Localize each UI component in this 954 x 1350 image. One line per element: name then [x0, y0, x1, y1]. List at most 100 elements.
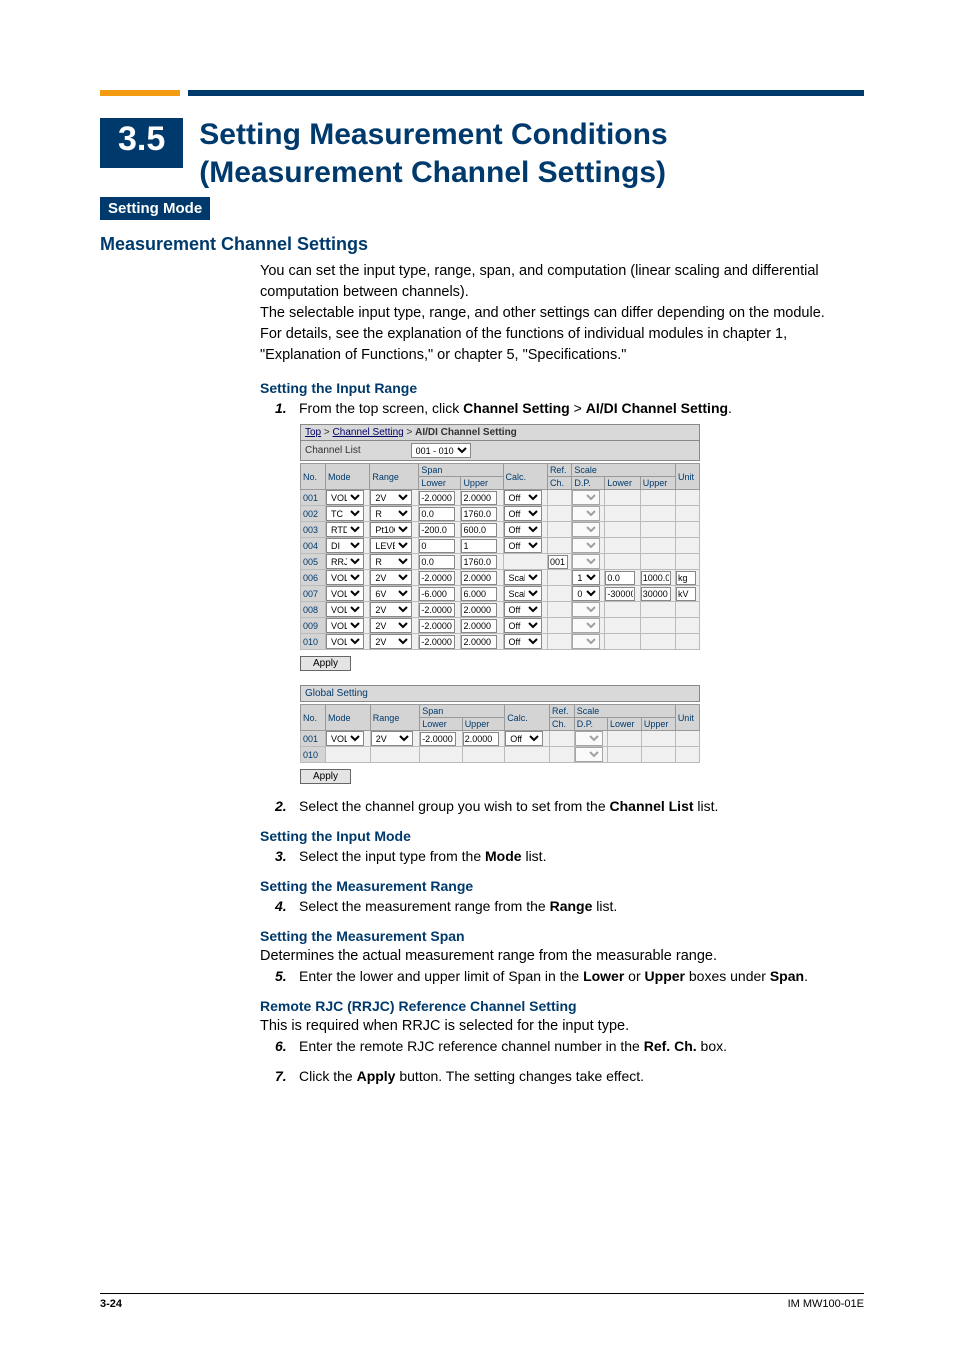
- calc-select[interactable]: Off: [504, 634, 542, 649]
- span-lower-input[interactable]: [420, 732, 456, 746]
- range-select[interactable]: LEVEL: [370, 538, 412, 553]
- mode-select[interactable]: VOLT: [326, 618, 364, 633]
- unit-input[interactable]: [676, 587, 696, 601]
- range-select[interactable]: 2V: [370, 618, 412, 633]
- section-title: Setting Measurement Conditions (Measurem…: [199, 116, 667, 191]
- calc-select[interactable]: Off: [504, 490, 542, 505]
- scale-lower-input[interactable]: [605, 571, 635, 585]
- dp-select[interactable]: 0: [572, 586, 600, 601]
- table-row: 004DI LEVEL Off: [301, 538, 700, 554]
- scale-upper-input[interactable]: [641, 587, 671, 601]
- span-lower-input[interactable]: [419, 555, 455, 569]
- calc-select[interactable]: Off: [504, 602, 542, 617]
- range-select[interactable]: Pt100-1: [370, 522, 412, 537]
- mode-select[interactable]: TC: [326, 506, 364, 521]
- step-2: 2. Select the channel group you wish to …: [275, 798, 864, 814]
- unit-input[interactable]: [676, 571, 696, 585]
- calc-select[interactable]: Scale: [504, 570, 542, 585]
- span-lower-input[interactable]: [419, 507, 455, 521]
- step-5: 5. Enter the lower and upper limit of Sp…: [275, 968, 864, 984]
- span-upper-input[interactable]: [461, 571, 497, 585]
- span-lower-input[interactable]: [419, 571, 455, 585]
- col-scale: Scale: [572, 464, 676, 477]
- span-upper-input[interactable]: [461, 555, 497, 569]
- span-upper-input[interactable]: [461, 523, 497, 537]
- mode-select[interactable]: DI: [326, 538, 364, 553]
- cell-no: 001: [301, 731, 326, 747]
- range-select[interactable]: R: [370, 554, 412, 569]
- span-desc: Determines the actual measurement range …: [260, 948, 864, 964]
- step-4: 4. Select the measurement range from the…: [275, 898, 864, 914]
- table-row: 007VOLT6VScale0: [301, 586, 700, 602]
- mode-select[interactable]: VOLT: [326, 731, 364, 746]
- col-calc: Calc.: [503, 464, 547, 490]
- calc-select[interactable]: Off: [504, 506, 542, 521]
- mode-select[interactable]: VOLT: [326, 634, 364, 649]
- mode-select[interactable]: VOLT: [326, 570, 364, 585]
- cell-no: 006: [301, 570, 326, 586]
- cell-no: 010: [301, 747, 326, 763]
- table-row: 010: [301, 747, 700, 763]
- col-unit: Unit: [675, 464, 699, 490]
- apply-button-2[interactable]: Apply: [300, 769, 351, 784]
- span-lower-input[interactable]: [419, 603, 455, 617]
- dp-select: [572, 522, 600, 537]
- mode-select[interactable]: RTD: [326, 522, 364, 537]
- span-lower-input[interactable]: [419, 491, 455, 505]
- cell-no: 010: [301, 634, 326, 650]
- calc-select[interactable]: Off: [504, 618, 542, 633]
- table-row: 008VOLT2VOff: [301, 602, 700, 618]
- step-1: 1. From the top screen, click Channel Se…: [275, 400, 864, 416]
- calc-select[interactable]: Scale: [504, 586, 542, 601]
- col-mode: Mode: [326, 464, 370, 490]
- table-row: 006VOLT 2V Scale 1: [301, 570, 700, 586]
- span-lower-input[interactable]: [419, 539, 455, 553]
- page-number: 3-24: [100, 1298, 122, 1310]
- breadcrumb-top[interactable]: Top: [305, 427, 321, 438]
- mode-select[interactable]: VOLT: [326, 490, 364, 505]
- span-upper-input[interactable]: [461, 539, 497, 553]
- subhead-measurement-span: Setting the Measurement Span: [260, 928, 864, 944]
- calc-select[interactable]: Off: [504, 538, 542, 553]
- range-select[interactable]: 6V: [370, 586, 412, 601]
- span-upper-input[interactable]: [461, 619, 497, 633]
- span-lower-input[interactable]: [419, 635, 455, 649]
- cell-no: 009: [301, 618, 326, 634]
- channel-table: No. Mode Range Span Calc. Ref. Scale Uni…: [300, 463, 700, 650]
- range-select[interactable]: R: [370, 506, 412, 521]
- range-select[interactable]: 2V: [370, 570, 412, 585]
- span-upper-input[interactable]: [461, 491, 497, 505]
- ref-ch-input[interactable]: [548, 555, 568, 569]
- channel-list-select[interactable]: 001 - 010: [411, 443, 471, 458]
- span-upper-input[interactable]: [463, 732, 499, 746]
- scale-lower-input[interactable]: [605, 587, 635, 601]
- table-row: 005RRJCR: [301, 554, 700, 570]
- calc-select[interactable]: Off: [505, 731, 543, 746]
- mode-select[interactable]: VOLT: [326, 602, 364, 617]
- span-upper-input[interactable]: [461, 587, 497, 601]
- range-select[interactable]: 2V: [370, 602, 412, 617]
- dp-select: [575, 747, 603, 762]
- cell-no: 004: [301, 538, 326, 554]
- span-upper-input[interactable]: [461, 635, 497, 649]
- col-ref: Ref.: [547, 464, 571, 477]
- span-upper-input[interactable]: [461, 603, 497, 617]
- scale-upper-input[interactable]: [641, 571, 671, 585]
- apply-button[interactable]: Apply: [300, 656, 351, 671]
- span-upper-input[interactable]: [461, 507, 497, 521]
- range-select[interactable]: 2V: [371, 731, 413, 746]
- dp-select: [572, 490, 600, 505]
- breadcrumb-channel-setting[interactable]: Channel Setting: [333, 427, 404, 438]
- screenshot-replica: Top > Channel Setting > AI/DI Channel Se…: [300, 424, 864, 790]
- range-select[interactable]: 2V: [370, 490, 412, 505]
- mode-select[interactable]: VOLT: [326, 586, 364, 601]
- span-lower-input[interactable]: [419, 619, 455, 633]
- calc-select[interactable]: Off: [504, 522, 542, 537]
- header-color-bar: [100, 90, 864, 96]
- range-select[interactable]: 2V: [370, 634, 412, 649]
- mode-select[interactable]: RRJC: [326, 554, 364, 569]
- heading-measurement-channel-settings: Measurement Channel Settings: [100, 234, 864, 255]
- dp-select[interactable]: 1: [572, 570, 600, 585]
- span-lower-input[interactable]: [419, 523, 455, 537]
- span-lower-input[interactable]: [419, 587, 455, 601]
